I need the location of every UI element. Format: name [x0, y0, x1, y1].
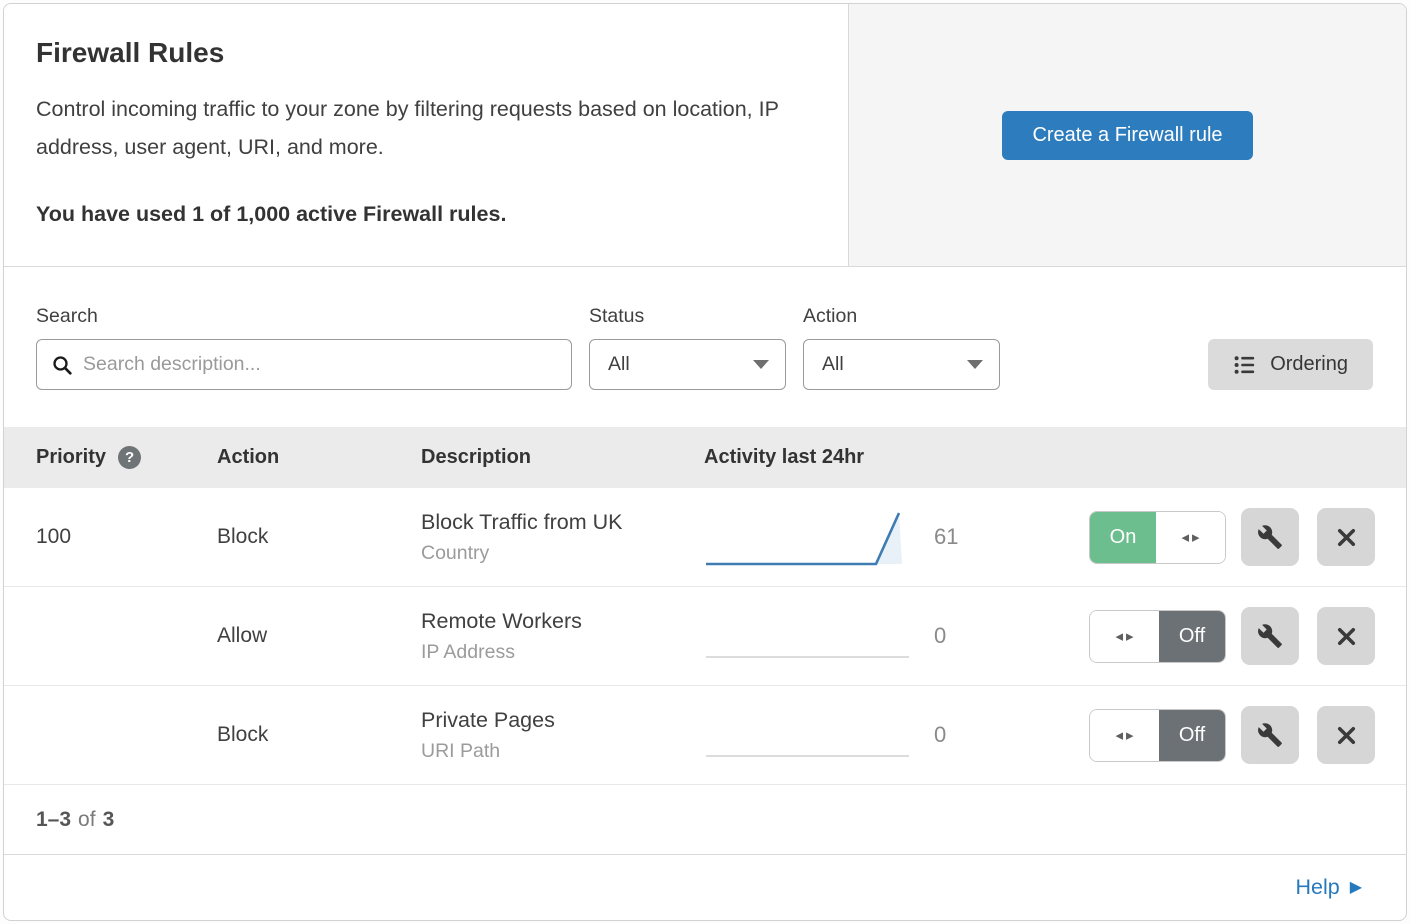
rule-name: Private Pages: [421, 708, 704, 733]
priority-header-label: Priority: [36, 446, 106, 469]
firewall-rules-panel: Firewall Rules Control incoming traffic …: [3, 3, 1407, 921]
delete-rule-button[interactable]: [1317, 508, 1375, 566]
pagination-bar: 1–3 of 3: [4, 785, 1406, 855]
rule-description-cell: Block Traffic from UK Country: [421, 510, 704, 565]
column-header-priority: Priority ?: [4, 446, 217, 469]
pagination-total: 3: [103, 808, 115, 832]
rule-action: Block: [217, 525, 421, 549]
x-icon: [1334, 624, 1359, 649]
activity-cell: 0: [704, 587, 1089, 685]
edit-rule-button[interactable]: [1241, 508, 1299, 566]
caret-down-icon: [753, 360, 769, 369]
activity-count: 61: [934, 524, 958, 550]
search-field: Search: [36, 305, 572, 390]
wrench-icon: [1257, 722, 1283, 748]
x-icon: [1334, 525, 1359, 550]
rule-description-cell: Private Pages URI Path: [421, 708, 704, 763]
right-triangle-icon: ▶: [1350, 880, 1362, 896]
toggle-handle-arrows-icon[interactable]: ◂▸: [1090, 710, 1159, 761]
header-section: Firewall Rules Control incoming traffic …: [4, 4, 1406, 267]
wrench-icon: [1257, 623, 1283, 649]
search-label: Search: [36, 305, 572, 328]
search-input[interactable]: [83, 353, 557, 376]
table-header-row: Priority ? Action Description Activity l…: [4, 427, 1406, 488]
rule-enabled-toggle[interactable]: ◂▸ Off: [1089, 610, 1226, 663]
rule-name: Block Traffic from UK: [421, 510, 704, 535]
status-select[interactable]: All: [589, 339, 786, 390]
rule-action: Allow: [217, 624, 421, 648]
rule-priority: 100: [4, 525, 217, 549]
pagination-of-text: of: [78, 808, 96, 832]
column-header-description: Description: [421, 446, 704, 469]
activity-sparkline-chart: [706, 755, 909, 757]
ordering-button-label: Ordering: [1270, 353, 1348, 376]
rule-description-cell: Remote Workers IP Address: [421, 609, 704, 664]
wrench-icon: [1257, 524, 1283, 550]
activity-cell: 61: [704, 488, 1089, 586]
rule-enabled-toggle[interactable]: On ◂▸: [1089, 511, 1226, 564]
x-icon: [1334, 723, 1359, 748]
caret-down-icon: [967, 360, 983, 369]
table-row: Allow Remote Workers IP Address 0 ◂▸ Off: [4, 587, 1406, 686]
rule-name: Remote Workers: [421, 609, 704, 634]
header-action-area: Create a Firewall rule: [849, 4, 1406, 266]
table-row: Block Private Pages URI Path 0 ◂▸ Off: [4, 686, 1406, 785]
help-question-icon[interactable]: ?: [118, 446, 141, 469]
search-input-wrapper[interactable]: [36, 339, 572, 390]
activity-cell: 0: [704, 686, 1089, 784]
ordering-button[interactable]: Ordering: [1208, 339, 1373, 390]
rule-action: Block: [217, 723, 421, 747]
status-label: Status: [589, 305, 786, 328]
filter-bar: Search Status All Action All: [4, 267, 1406, 427]
create-firewall-rule-button[interactable]: Create a Firewall rule: [1002, 111, 1252, 160]
toggle-handle-arrows-icon[interactable]: ◂▸: [1156, 512, 1225, 563]
toggle-off-segment[interactable]: Off: [1159, 611, 1225, 662]
header-text-block: Firewall Rules Control incoming traffic …: [4, 4, 849, 266]
activity-count: 0: [934, 623, 946, 649]
rule-match-type: URI Path: [421, 740, 704, 763]
toggle-on-segment[interactable]: On: [1090, 512, 1156, 563]
activity-sparkline-chart: [706, 656, 909, 658]
toggle-handle-arrows-icon[interactable]: ◂▸: [1090, 611, 1159, 662]
pagination-range: 1–3: [36, 808, 71, 832]
rule-enabled-toggle[interactable]: ◂▸ Off: [1089, 709, 1226, 762]
rule-match-type: Country: [421, 542, 704, 565]
column-header-activity: Activity last 24hr: [704, 446, 1089, 469]
status-field: Status All: [589, 305, 786, 390]
help-bar: Help ▶: [4, 855, 1406, 920]
delete-rule-button[interactable]: [1317, 706, 1375, 764]
ordered-list-icon: [1233, 353, 1257, 377]
table-row: 100 Block Block Traffic from UK Country …: [4, 488, 1406, 587]
edit-rule-button[interactable]: [1241, 706, 1299, 764]
activity-count: 0: [934, 722, 946, 748]
rule-match-type: IP Address: [421, 641, 704, 664]
search-icon: [51, 354, 73, 376]
help-link-label: Help: [1295, 875, 1339, 900]
toggle-off-segment[interactable]: Off: [1159, 710, 1225, 761]
status-selected-value: All: [608, 353, 630, 376]
page-description: Control incoming traffic to your zone by…: [36, 90, 814, 166]
column-header-action: Action: [217, 446, 421, 469]
activity-sparkline-chart: [704, 508, 909, 566]
edit-rule-button[interactable]: [1241, 607, 1299, 665]
delete-rule-button[interactable]: [1317, 607, 1375, 665]
action-field: Action All: [803, 305, 1000, 390]
action-selected-value: All: [822, 353, 844, 376]
page-title: Firewall Rules: [36, 37, 816, 69]
action-label: Action: [803, 305, 1000, 328]
usage-note: You have used 1 of 1,000 active Firewall…: [36, 202, 816, 227]
help-link[interactable]: Help ▶: [1295, 875, 1362, 900]
action-select[interactable]: All: [803, 339, 1000, 390]
